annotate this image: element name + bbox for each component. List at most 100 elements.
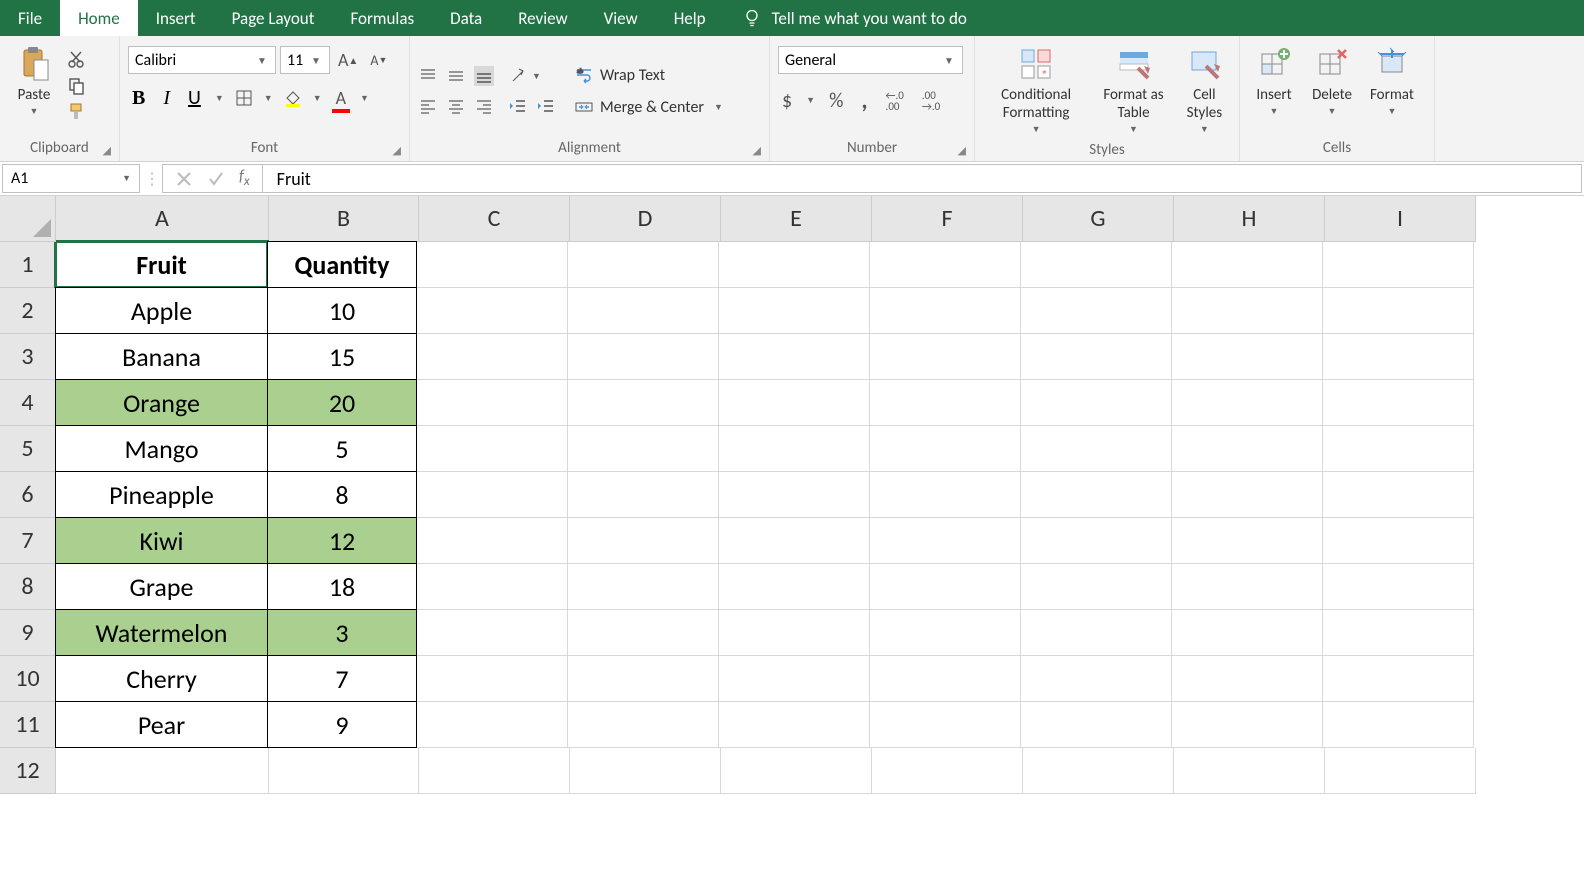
comma-format-icon[interactable]: ,	[857, 84, 871, 117]
cell[interactable]	[1323, 472, 1474, 518]
column-header[interactable]: C	[419, 196, 570, 242]
cell[interactable]	[719, 472, 870, 518]
cell[interactable]: Mango	[55, 425, 268, 472]
cell[interactable]	[719, 426, 870, 472]
cell[interactable]	[1174, 748, 1325, 794]
tab-help[interactable]: Help	[656, 0, 724, 36]
cell[interactable]	[417, 610, 568, 656]
cell[interactable]	[1021, 472, 1172, 518]
cell[interactable]: Grape	[55, 563, 268, 610]
cell[interactable]	[417, 380, 568, 426]
cell[interactable]	[1021, 242, 1172, 288]
cell[interactable]	[1021, 610, 1172, 656]
cell[interactable]: Pear	[55, 701, 268, 748]
row-header[interactable]: 9	[0, 610, 56, 656]
decrease-font-icon[interactable]: A▼	[366, 50, 391, 71]
cell[interactable]: Apple	[55, 287, 268, 334]
wrap-text-button[interactable]: ab Wrap Text	[570, 63, 727, 87]
column-header[interactable]: H	[1174, 196, 1325, 242]
column-header[interactable]: F	[872, 196, 1023, 242]
cell[interactable]	[1021, 288, 1172, 334]
cell[interactable]	[419, 748, 570, 794]
cell[interactable]: 15	[267, 333, 417, 380]
cell[interactable]	[568, 380, 719, 426]
column-header[interactable]: I	[1325, 196, 1476, 242]
cell[interactable]: 20	[267, 379, 417, 426]
cell[interactable]	[1021, 564, 1172, 610]
cell[interactable]	[719, 564, 870, 610]
cell[interactable]	[568, 472, 719, 518]
row-header[interactable]: 7	[0, 518, 56, 564]
font-name-select[interactable]: Calibri▼	[128, 46, 276, 74]
cell[interactable]: Kiwi	[55, 517, 268, 564]
cell[interactable]	[719, 380, 870, 426]
fx-icon[interactable]: fx	[239, 167, 250, 189]
font-size-select[interactable]: 11▼	[280, 46, 330, 74]
tab-file[interactable]: File	[0, 0, 60, 36]
cell[interactable]	[870, 702, 1021, 748]
cell[interactable]: 3	[267, 609, 417, 656]
cell[interactable]	[870, 288, 1021, 334]
cell[interactable]: Watermelon	[55, 609, 268, 656]
cell[interactable]: Cherry	[55, 655, 268, 702]
cell[interactable]	[1323, 610, 1474, 656]
delete-cells-button[interactable]: Delete▼	[1306, 40, 1358, 121]
cell[interactable]	[1323, 426, 1474, 472]
cell[interactable]	[1323, 380, 1474, 426]
cell[interactable]: 12	[267, 517, 417, 564]
cell[interactable]	[1323, 702, 1474, 748]
cell[interactable]	[870, 610, 1021, 656]
cell[interactable]	[570, 748, 721, 794]
cell[interactable]: 5	[267, 425, 417, 472]
cell[interactable]: 9	[267, 701, 417, 748]
cell[interactable]: 18	[267, 563, 417, 610]
cell[interactable]	[1172, 518, 1323, 564]
cell[interactable]	[568, 426, 719, 472]
formula-input[interactable]: Fruit	[262, 164, 1582, 193]
cell[interactable]: Quantity	[267, 241, 417, 288]
format-painter-icon[interactable]	[66, 101, 86, 121]
cell[interactable]	[568, 242, 719, 288]
cell[interactable]	[719, 242, 870, 288]
cell[interactable]	[870, 656, 1021, 702]
row-header[interactable]: 4	[0, 380, 56, 426]
decrease-indent-icon[interactable]	[508, 96, 528, 116]
cell[interactable]	[568, 518, 719, 564]
cell[interactable]	[417, 242, 568, 288]
cell[interactable]	[1023, 748, 1174, 794]
tab-data[interactable]: Data	[432, 0, 500, 36]
cut-icon[interactable]	[66, 49, 86, 69]
cell[interactable]: Pineapple	[55, 471, 268, 518]
merge-center-button[interactable]: Merge & Center▼	[570, 95, 727, 119]
cell[interactable]	[1172, 472, 1323, 518]
cell[interactable]	[719, 702, 870, 748]
italic-button[interactable]: I	[159, 85, 174, 112]
row-header[interactable]: 6	[0, 472, 56, 518]
number-format-select[interactable]: General▼	[778, 46, 963, 74]
name-box[interactable]: A1▼	[2, 164, 140, 193]
cell[interactable]	[870, 518, 1021, 564]
cancel-icon[interactable]	[175, 170, 193, 188]
cell[interactable]	[1323, 288, 1474, 334]
row-header[interactable]: 11	[0, 702, 56, 748]
cell[interactable]	[870, 564, 1021, 610]
align-center-icon[interactable]	[446, 96, 466, 116]
increase-font-icon[interactable]: A▲	[334, 47, 362, 73]
cell[interactable]	[1172, 242, 1323, 288]
accounting-format-icon[interactable]: $	[778, 87, 796, 115]
cell[interactable]	[417, 656, 568, 702]
cell[interactable]	[417, 702, 568, 748]
cell[interactable]	[721, 748, 872, 794]
cell[interactable]	[1021, 656, 1172, 702]
cell[interactable]	[1325, 748, 1476, 794]
cell[interactable]	[568, 564, 719, 610]
cell[interactable]	[417, 518, 568, 564]
cell[interactable]: 10	[267, 287, 417, 334]
tab-formulas[interactable]: Formulas	[332, 0, 432, 36]
cell[interactable]	[1172, 610, 1323, 656]
dialog-launcher-icon[interactable]: ◢	[393, 144, 401, 157]
cell[interactable]	[870, 242, 1021, 288]
cell[interactable]	[719, 610, 870, 656]
tab-insert[interactable]: Insert	[138, 0, 214, 36]
cell[interactable]	[1323, 334, 1474, 380]
